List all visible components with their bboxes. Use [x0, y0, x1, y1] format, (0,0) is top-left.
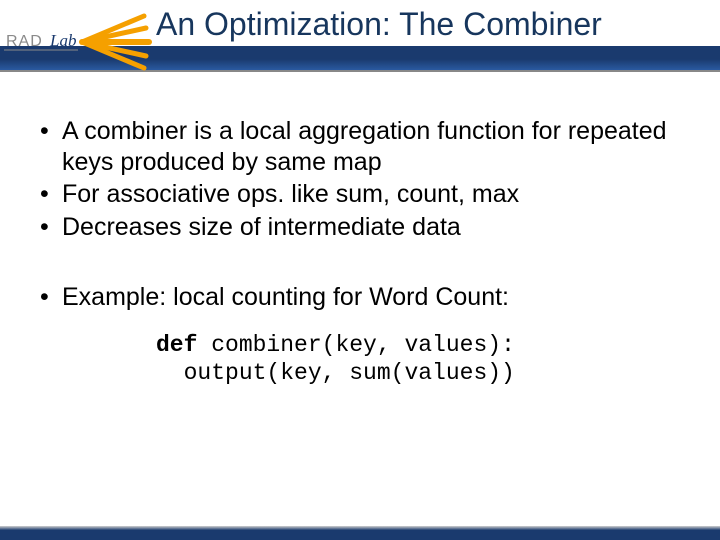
- logo-text-lab: Lab: [49, 31, 76, 50]
- rad-lab-logo: RAD Lab: [4, 8, 154, 72]
- logo-text-rad: RAD: [6, 33, 43, 50]
- slide-title: An Optimization: The Combiner: [156, 6, 602, 43]
- list-item: A combiner is a local aggregation functi…: [36, 116, 684, 177]
- code-line-1: combiner(key, values):: [197, 332, 514, 358]
- code-block: def combiner(key, values): output(key, s…: [156, 331, 684, 389]
- sunburst-icon: [82, 16, 149, 68]
- list-item: Decreases size of intermediate data: [36, 212, 684, 243]
- list-item: For associative ops. like sum, count, ma…: [36, 179, 684, 210]
- slide-header: RAD Lab An Optimization: The Combiner: [0, 0, 720, 76]
- bullet-list-example: Example: local counting for Word Count:: [36, 282, 684, 313]
- slide-body: A combiner is a local aggregation functi…: [0, 76, 720, 388]
- code-keyword: def: [156, 332, 197, 358]
- bullet-list: A combiner is a local aggregation functi…: [36, 116, 684, 242]
- code-line-2: output(key, sum(values)): [156, 360, 515, 386]
- footer-band: [0, 526, 720, 540]
- list-item: Example: local counting for Word Count:: [36, 282, 684, 313]
